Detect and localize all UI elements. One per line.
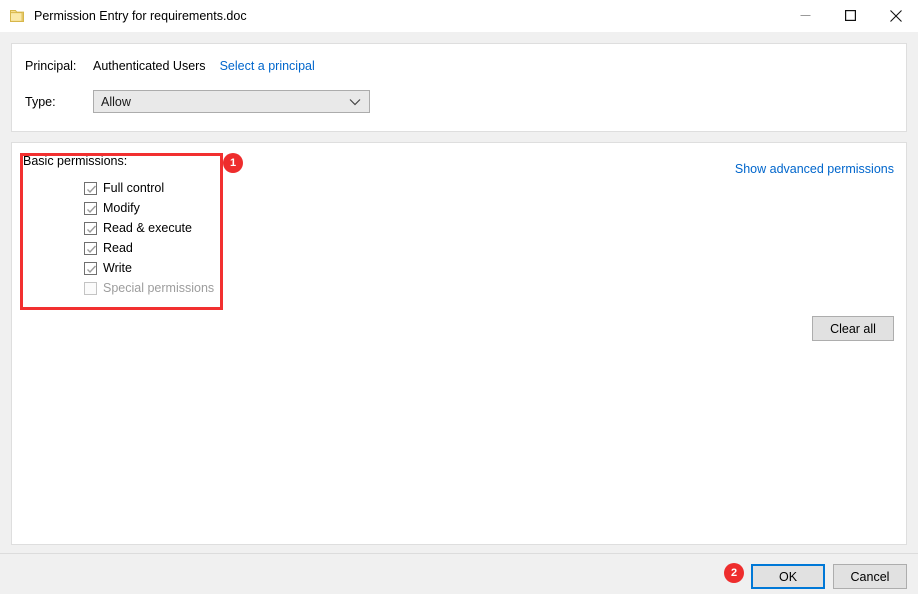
permission-label-special-permissions: Special permissions: [103, 281, 215, 295]
basic-permissions-list: Full control Modify Read & execute Read: [84, 178, 214, 298]
clear-all-label: Clear all: [830, 321, 876, 336]
type-dropdown[interactable]: Allow: [93, 90, 370, 113]
clear-all-button[interactable]: Clear all: [812, 316, 894, 341]
permission-row-special-permissions: Special permissions: [84, 278, 214, 298]
dialog-footer: OK Cancel: [0, 553, 918, 594]
checkbox-special-permissions: [84, 281, 97, 295]
cancel-button[interactable]: Cancel: [833, 564, 907, 589]
checkbox-full-control[interactable]: [84, 181, 97, 195]
type-label: Type:: [25, 94, 56, 109]
permission-label-read-execute: Read & execute: [103, 221, 192, 235]
permission-row-read-execute[interactable]: Read & execute: [84, 218, 214, 238]
window-controls: [783, 0, 918, 31]
maximize-icon[interactable]: [828, 0, 873, 31]
checkbox-modify[interactable]: [84, 201, 97, 215]
permission-row-full-control[interactable]: Full control: [84, 178, 214, 198]
select-principal-link[interactable]: Select a principal: [220, 59, 315, 73]
window-title: Permission Entry for requirements.doc: [34, 8, 247, 23]
checkbox-write[interactable]: [84, 261, 97, 275]
permission-label-full-control: Full control: [103, 181, 165, 195]
close-icon[interactable]: [873, 0, 918, 31]
permissions-panel: Basic permissions: Show advanced permiss…: [11, 142, 907, 545]
checkbox-read-execute[interactable]: [84, 221, 97, 235]
permission-label-read: Read: [103, 241, 133, 255]
type-row: Type: Allow: [25, 90, 370, 113]
minimize-icon[interactable]: [783, 0, 828, 31]
principal-label: Principal:: [25, 59, 77, 73]
principal-value: Authenticated Users: [93, 59, 206, 73]
ok-label: OK: [778, 569, 798, 584]
title-bar: Permission Entry for requirements.doc: [0, 0, 918, 32]
annotation-badge-2: 2: [724, 563, 744, 583]
checkbox-read[interactable]: [84, 241, 97, 255]
permission-label-modify: Modify: [103, 201, 140, 215]
permission-row-modify[interactable]: Modify: [84, 198, 214, 218]
basic-permissions-label: Basic permissions:: [23, 154, 128, 168]
principal-row: Principal: Authenticated Users Select a …: [25, 59, 315, 73]
folder-icon: [9, 8, 25, 24]
permission-label-write: Write: [103, 261, 132, 275]
permission-row-read[interactable]: Read: [84, 238, 214, 258]
ok-button[interactable]: OK: [751, 564, 825, 589]
chevron-down-icon: [349, 98, 361, 106]
cancel-label: Cancel: [850, 569, 890, 584]
annotation-badge-1: 1: [223, 153, 243, 173]
principal-panel: Principal: Authenticated Users Select a …: [11, 43, 907, 132]
type-selected-value: Allow: [101, 94, 131, 109]
permission-row-write[interactable]: Write: [84, 258, 214, 278]
show-advanced-permissions-link[interactable]: Show advanced permissions: [735, 162, 894, 176]
